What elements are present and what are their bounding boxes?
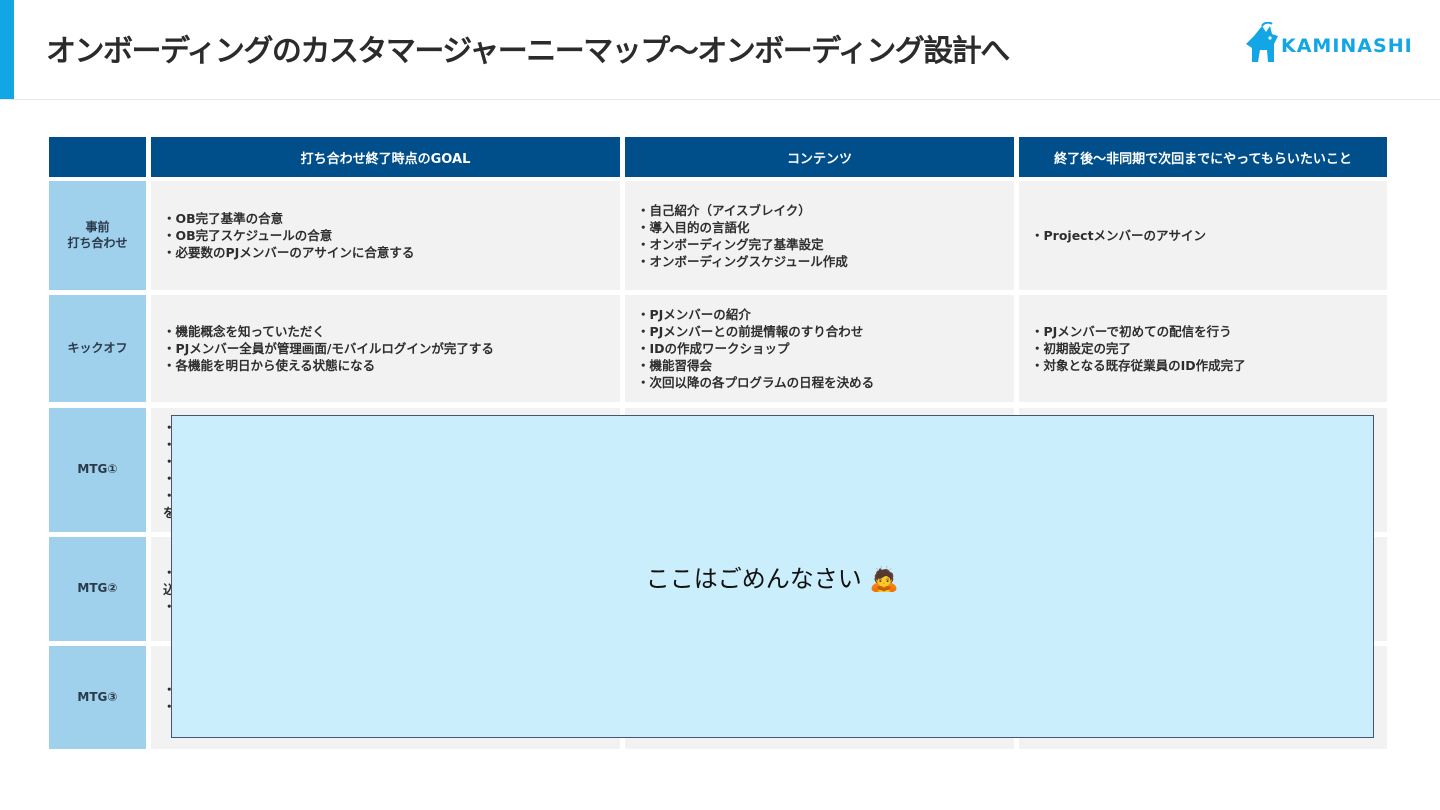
goat-icon	[1246, 22, 1278, 62]
cell-line: ・Projectメンバーのアサイン	[1031, 228, 1207, 243]
brand-name: KAMINASHI	[1281, 35, 1413, 57]
cell-line: ・対象となる既存従業員のID作成完了	[1031, 358, 1246, 373]
cell-line: ・オンボーディングスケジュール作成	[637, 253, 848, 269]
cell-line: ・PJメンバー全員が管理画面/モバイルログインが完了する	[163, 341, 494, 356]
cell-line: ・IDの作成ワークショップ	[637, 341, 790, 356]
cell-line: ・PJメンバーで初めての配信を行う	[1031, 324, 1232, 339]
cell-line: ・自己紹介（アイスブレイク）	[637, 202, 811, 218]
column-header	[49, 137, 146, 177]
cell-line: ・機能概念を知っていただく	[163, 324, 325, 339]
cell-line: ・OB完了基準の合意	[163, 211, 284, 226]
cell-line: ・オンボーディング完了基準設定	[637, 236, 824, 252]
cell-line: ・導入目的の言語化	[637, 219, 750, 235]
page-title: オンボーディングのカスタマージャーニーマップ〜オンボーディング設計へ	[46, 34, 1010, 69]
column-header: 終了後〜非同期で次回までにやってもらいたいこと	[1019, 137, 1387, 177]
cell-line: ・初期設定の完了	[1031, 341, 1132, 356]
cell-line: ・機能習得会	[637, 358, 713, 373]
column-header: 打ち合わせ終了時点のGOAL	[151, 137, 620, 177]
brand-logo: KAMINASHI	[1244, 22, 1416, 68]
table-cell-after: ・PJメンバーで初めての配信を行う ・初期設定の完了・対象となる既存従業員のID作…	[1019, 295, 1387, 402]
table-cell-after: ・Projectメンバーのアサイン	[1019, 181, 1387, 290]
table-cell-contents: ・PJメンバーの紹介・PJメンバーとの前提情報のすり合わせ ・IDの作成ワークショ…	[625, 295, 1014, 402]
header-divider	[0, 99, 1440, 100]
cell-line: ・各機能を明日から使える状態になる	[163, 358, 376, 373]
cell-line: ・PJメンバーの紹介	[637, 307, 751, 322]
cell-line: ・PJメンバーとの前提情報のすり合わせ	[637, 324, 864, 339]
accent-bar	[0, 0, 14, 100]
row-label: MTG③	[49, 646, 146, 749]
row-label: キックオフ	[49, 295, 146, 402]
table-cell-goal: ・機能概念を知っていただく・PJメンバー全員が管理画面/モバイルログインが完了す…	[151, 295, 620, 402]
row-label: MTG②	[49, 537, 146, 641]
table-cell-goal: ・OB完了基準の合意・OB完了スケジュールの合意・必要数のPJメンバーのアサイン…	[151, 181, 620, 290]
table-cell-contents: ・自己紹介（アイスブレイク） ・導入目的の言語化 ・オンボーディング完了基準設定 ・オ…	[625, 181, 1014, 290]
overlay-message: ここはごめんなさい 🙇	[645, 565, 900, 593]
row-label: MTG①	[49, 408, 146, 532]
cell-line: ・必要数のPJメンバーのアサインに合意する	[163, 245, 415, 260]
row-label: 事前 打ち合わせ	[49, 181, 146, 290]
column-header: コンテンツ	[625, 137, 1014, 177]
cell-line: ・次回以降の各プログラムの日程を決める	[637, 375, 875, 390]
redaction-overlay: ここはごめんなさい 🙇	[171, 415, 1374, 738]
cell-line: ・OB完了スケジュールの合意	[163, 228, 333, 243]
